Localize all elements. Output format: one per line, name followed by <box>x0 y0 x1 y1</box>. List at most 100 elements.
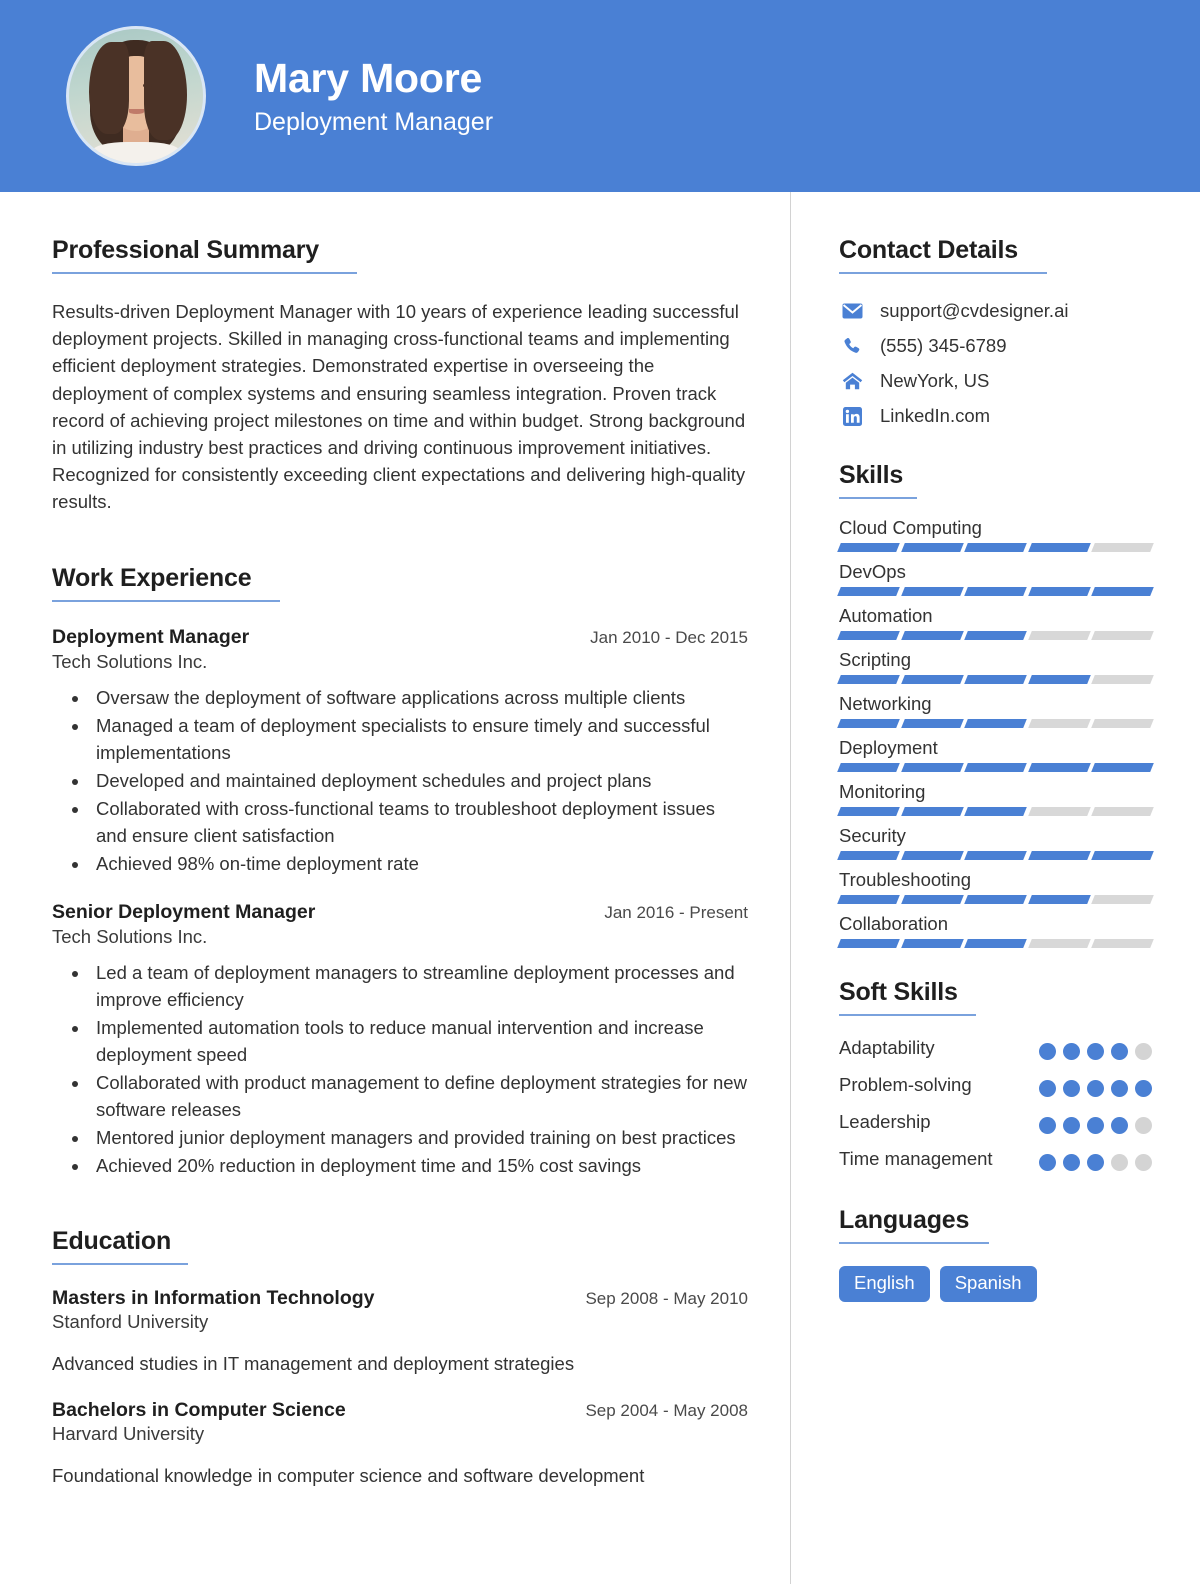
skill-segment <box>964 543 1027 552</box>
education-degree: Masters in Information Technology <box>52 1286 375 1309</box>
skill-segment <box>1091 631 1154 640</box>
home-icon <box>839 372 865 390</box>
soft-skill-dot <box>1039 1154 1056 1171</box>
skill-segment <box>1091 851 1154 860</box>
work-entry: Senior Deployment Manager Jan 2016 - Pre… <box>52 901 748 1179</box>
education-description: Foundational knowledge in computer scien… <box>52 1464 645 1486</box>
education-school: Stanford University <box>52 1310 209 1332</box>
soft-skill-dot <box>1063 1080 1080 1097</box>
section-contact-details: Contact Details support@cvdesigner.ai (5… <box>839 236 1152 427</box>
soft-skill-label: Time management <box>839 1148 993 1169</box>
skill-segment <box>837 807 900 816</box>
skill-segment <box>900 631 964 640</box>
page-title: Mary Moore <box>254 55 483 102</box>
skill-label: Collaboration <box>839 913 949 934</box>
soft-skills-list: Adaptability Problem-solving Leadership … <box>839 1034 1152 1172</box>
skill-segment <box>964 763 1027 772</box>
contact-item[interactable]: support@cvdesigner.ai <box>839 300 1152 322</box>
skill-label: Monitoring <box>839 781 926 802</box>
skill-segment <box>837 543 900 552</box>
skill-segment <box>837 851 900 860</box>
skill-segment <box>900 675 964 684</box>
skill-segment <box>1027 543 1091 552</box>
sidebar-column: Contact Details support@cvdesigner.ai (5… <box>791 192 1200 1303</box>
skill-level-bar <box>837 675 1154 684</box>
soft-skill-item: Problem-solving <box>839 1071 1152 1098</box>
skill-segment <box>1091 895 1154 904</box>
skill-item: Security <box>837 825 1154 860</box>
job-company: Tech Solutions Inc. <box>52 925 208 947</box>
contact-item[interactable]: NewYork, US <box>839 370 1152 392</box>
skill-segment <box>1027 851 1091 860</box>
skill-segment <box>1027 631 1091 640</box>
skill-level-bar <box>837 543 1154 552</box>
skill-segment <box>900 939 964 948</box>
section-underline <box>52 1262 188 1265</box>
skill-segment <box>1027 807 1091 816</box>
soft-skill-dot <box>1135 1080 1152 1097</box>
skill-item: Automation <box>837 605 1154 640</box>
skill-segment <box>1091 939 1154 948</box>
header-text: Mary Moore Deployment Manager <box>254 55 493 136</box>
soft-skill-dot <box>1111 1117 1128 1134</box>
skill-segment <box>1091 675 1154 684</box>
work-entry-header: Deployment Manager Jan 2010 - Dec 2015 <box>52 626 748 649</box>
skill-item: Cloud Computing <box>837 517 1154 552</box>
section-underline <box>839 272 1047 274</box>
skill-label: Troubleshooting <box>839 869 971 890</box>
work-entries: Deployment Manager Jan 2010 - Dec 2015 T… <box>52 626 748 1179</box>
section-underline <box>839 1242 989 1244</box>
education-entry-header: Masters in Information Technology Sep 20… <box>52 1287 748 1310</box>
skill-segment <box>1091 719 1154 728</box>
skill-label: Deployment <box>839 737 938 758</box>
envelope-icon <box>839 303 865 319</box>
soft-skill-dot <box>1087 1154 1104 1171</box>
work-bullet: Collaborated with cross-functional teams… <box>90 795 748 849</box>
skill-item: Troubleshooting <box>837 869 1154 904</box>
work-bullet: Developed and maintained deployment sche… <box>90 767 748 794</box>
contact-value: (555) 345-6789 <box>880 335 1007 356</box>
contact-value: support@cvdesigner.ai <box>880 300 1069 321</box>
contact-item[interactable]: (555) 345-6789 <box>839 335 1152 357</box>
skill-segment <box>900 807 964 816</box>
soft-skill-item: Time management <box>839 1145 1152 1172</box>
language-chip[interactable]: Spanish <box>939 1266 1037 1303</box>
education-entry-header: Bachelors in Computer Science Sep 2004 -… <box>52 1399 748 1422</box>
skill-segment <box>837 587 900 596</box>
skill-segment <box>1027 675 1091 684</box>
soft-skill-dot <box>1039 1080 1056 1097</box>
languages-list: English Spanish <box>839 1266 1152 1303</box>
section-soft-skills: Soft Skills Adaptability Problem-solving… <box>839 978 1152 1172</box>
education-entry: Masters in Information Technology Sep 20… <box>52 1287 748 1377</box>
soft-skill-item: Adaptability <box>839 1034 1152 1061</box>
skill-segment <box>964 807 1027 816</box>
education-entry: Bachelors in Computer Science Sep 2004 -… <box>52 1399 748 1489</box>
skill-level-bar <box>837 719 1154 728</box>
soft-skill-dot <box>1111 1154 1128 1171</box>
skill-segment <box>964 719 1027 728</box>
education-dates: Sep 2008 - May 2010 <box>585 1288 748 1308</box>
soft-skill-dot <box>1111 1080 1128 1097</box>
skill-item: Collaboration <box>837 913 1154 948</box>
skill-level-bar <box>837 895 1154 904</box>
resume-header: Mary Moore Deployment Manager <box>0 0 1200 192</box>
skill-segment <box>837 631 900 640</box>
section-heading: Soft Skills <box>839 978 958 1006</box>
skill-segment <box>1091 587 1154 596</box>
job-company: Tech Solutions Inc. <box>52 650 208 672</box>
summary-text: Results-driven Deployment Manager with 1… <box>52 301 746 513</box>
skill-segment <box>964 675 1027 684</box>
skill-segment <box>900 719 964 728</box>
contact-value: NewYork, US <box>880 370 990 391</box>
language-chip[interactable]: English <box>839 1266 930 1303</box>
resume-page: Mary Moore Deployment Manager Profession… <box>0 0 1200 1584</box>
soft-skill-dot <box>1087 1043 1104 1060</box>
contact-item[interactable]: LinkedIn.com <box>839 405 1152 427</box>
resume-body: Professional Summary Results-driven Depl… <box>0 192 1200 1584</box>
skill-level-bar <box>837 851 1154 860</box>
section-heading: Skills <box>839 461 904 489</box>
skill-item: Scripting <box>837 649 1154 684</box>
section-underline <box>52 272 357 274</box>
soft-skill-dot <box>1063 1117 1080 1134</box>
skill-item: DevOps <box>837 561 1154 596</box>
